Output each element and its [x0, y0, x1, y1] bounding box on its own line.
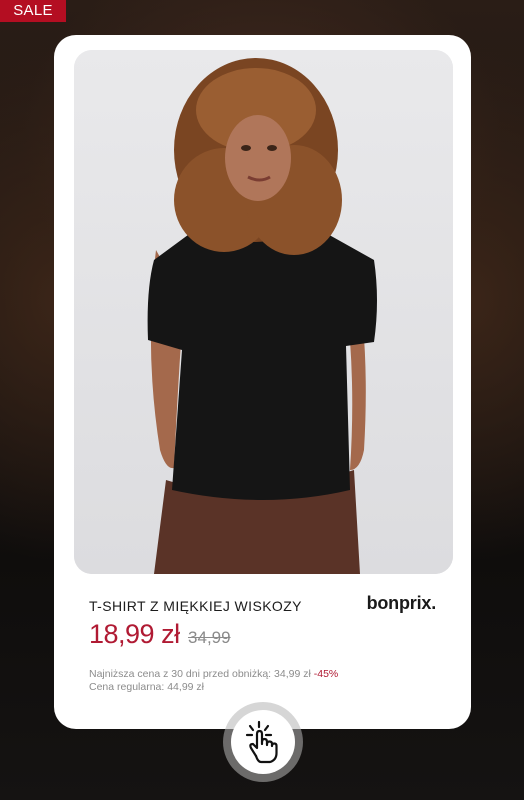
sale-badge: SALE — [0, 0, 66, 22]
price-info: Najniższa cena z 30 dni przed obniżką: 3… — [89, 668, 338, 694]
discount-percent: -45% — [313, 668, 339, 680]
regular-price-text: Cena regularna: 44,99 zł — [89, 681, 204, 693]
lowest-price-text: Najniższa cena z 30 dni przed obniżką: 3… — [89, 668, 311, 680]
lowest-price-line: Najniższa cena z 30 dni przed obniżką: 3… — [89, 668, 338, 681]
model-wearing-tshirt-image — [74, 50, 453, 574]
tap-hand-icon — [245, 720, 278, 764]
tap-button[interactable] — [223, 702, 303, 782]
price-row: 18,99 zł 34,99 — [89, 619, 231, 650]
product-card[interactable]: T-SHIRT Z MIĘKKIEJ WISKOZY bonprix. 18,9… — [54, 35, 471, 729]
tap-button-inner[interactable] — [231, 710, 295, 774]
product-name[interactable]: T-SHIRT Z MIĘKKIEJ WISKOZY — [89, 598, 302, 614]
old-price: 34,99 — [188, 628, 231, 647]
brand-logo: bonprix. — [366, 593, 437, 613]
product-photo[interactable] — [74, 50, 453, 574]
current-price: 18,99 zł — [89, 619, 180, 649]
